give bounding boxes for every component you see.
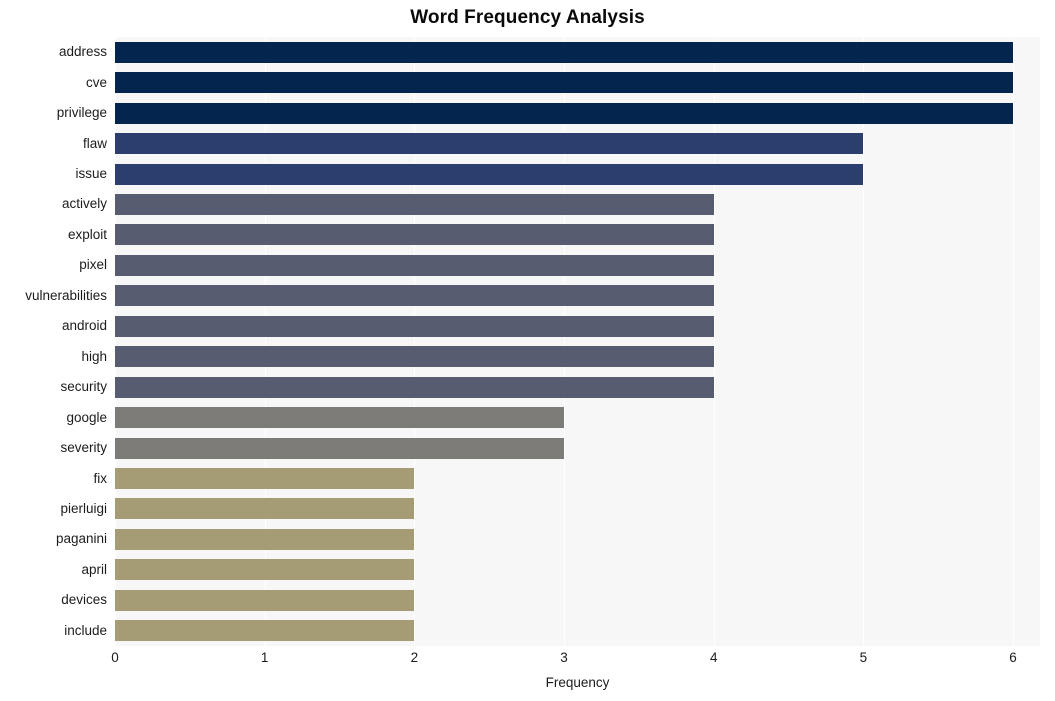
y-tick-label: fix — [93, 470, 108, 486]
x-tick-label: 5 — [859, 650, 868, 665]
gridline-x-2 — [414, 37, 416, 646]
bar — [115, 193, 714, 215]
y-tick-label: actively — [61, 196, 107, 212]
x-tick-label: 3 — [560, 650, 568, 665]
gridline-x-5 — [863, 37, 865, 646]
bar — [115, 41, 1014, 63]
y-tick-label: devices — [61, 592, 107, 608]
y-tick-label: high — [81, 348, 107, 364]
bar — [115, 285, 714, 307]
x-tick-label: 2 — [410, 650, 419, 665]
bar — [115, 498, 415, 520]
bar — [115, 133, 864, 155]
gridline-x-0 — [115, 37, 116, 646]
x-tick-label: 4 — [709, 650, 718, 665]
bar — [115, 224, 714, 246]
y-tick-label: severity — [60, 440, 107, 456]
bar — [115, 468, 415, 490]
y-tick-label: android — [61, 318, 107, 334]
y-tick-label: flaw — [82, 135, 107, 151]
x-tick-label: 6 — [1009, 650, 1017, 665]
bar — [115, 620, 415, 642]
y-tick-label: pixel — [79, 257, 107, 273]
x-tick-label: 0 — [111, 650, 119, 665]
bar — [115, 102, 1014, 124]
bar — [115, 163, 864, 185]
y-tick-label: issue — [75, 166, 107, 182]
x-axis-title: Frequency — [545, 675, 610, 690]
plot-area — [115, 37, 1040, 646]
bar — [115, 589, 415, 611]
y-tick-label: april — [81, 561, 107, 577]
y-tick-label: include — [64, 622, 107, 638]
bar — [115, 528, 415, 550]
chart-figure: Word Frequency Analysis address cve privil… — [0, 0, 1055, 701]
x-tick-label: 1 — [260, 650, 269, 665]
y-tick-label: google — [66, 409, 107, 425]
gridline-x-3 — [564, 37, 566, 646]
chart-title: Word Frequency Analysis — [410, 7, 645, 28]
bar — [115, 346, 714, 368]
y-tick-label: privilege — [56, 105, 107, 121]
y-axis-tick-labels: address cve privilege flaw issue actively expl… — [0, 37, 107, 646]
y-tick-label: pierluigi — [60, 500, 107, 516]
y-tick-label: paganini — [55, 531, 107, 547]
bar — [115, 376, 714, 398]
gridline-x-4 — [713, 37, 715, 646]
gridline-x-1 — [264, 37, 266, 646]
bar — [115, 437, 565, 459]
y-tick-label: exploit — [67, 226, 107, 242]
bar — [115, 559, 415, 581]
y-tick-label: security — [60, 379, 107, 395]
y-tick-label: vulnerabilities — [25, 287, 107, 303]
bar — [115, 407, 565, 429]
bar — [115, 315, 714, 337]
bar — [115, 254, 714, 276]
gridline-x-6 — [1013, 37, 1015, 646]
x-axis-tick-labels: 0 1 2 3 4 5 6 — [0, 650, 1055, 672]
y-tick-label: cve — [85, 74, 107, 90]
bar — [115, 72, 1014, 94]
y-tick-label: address — [58, 44, 107, 60]
